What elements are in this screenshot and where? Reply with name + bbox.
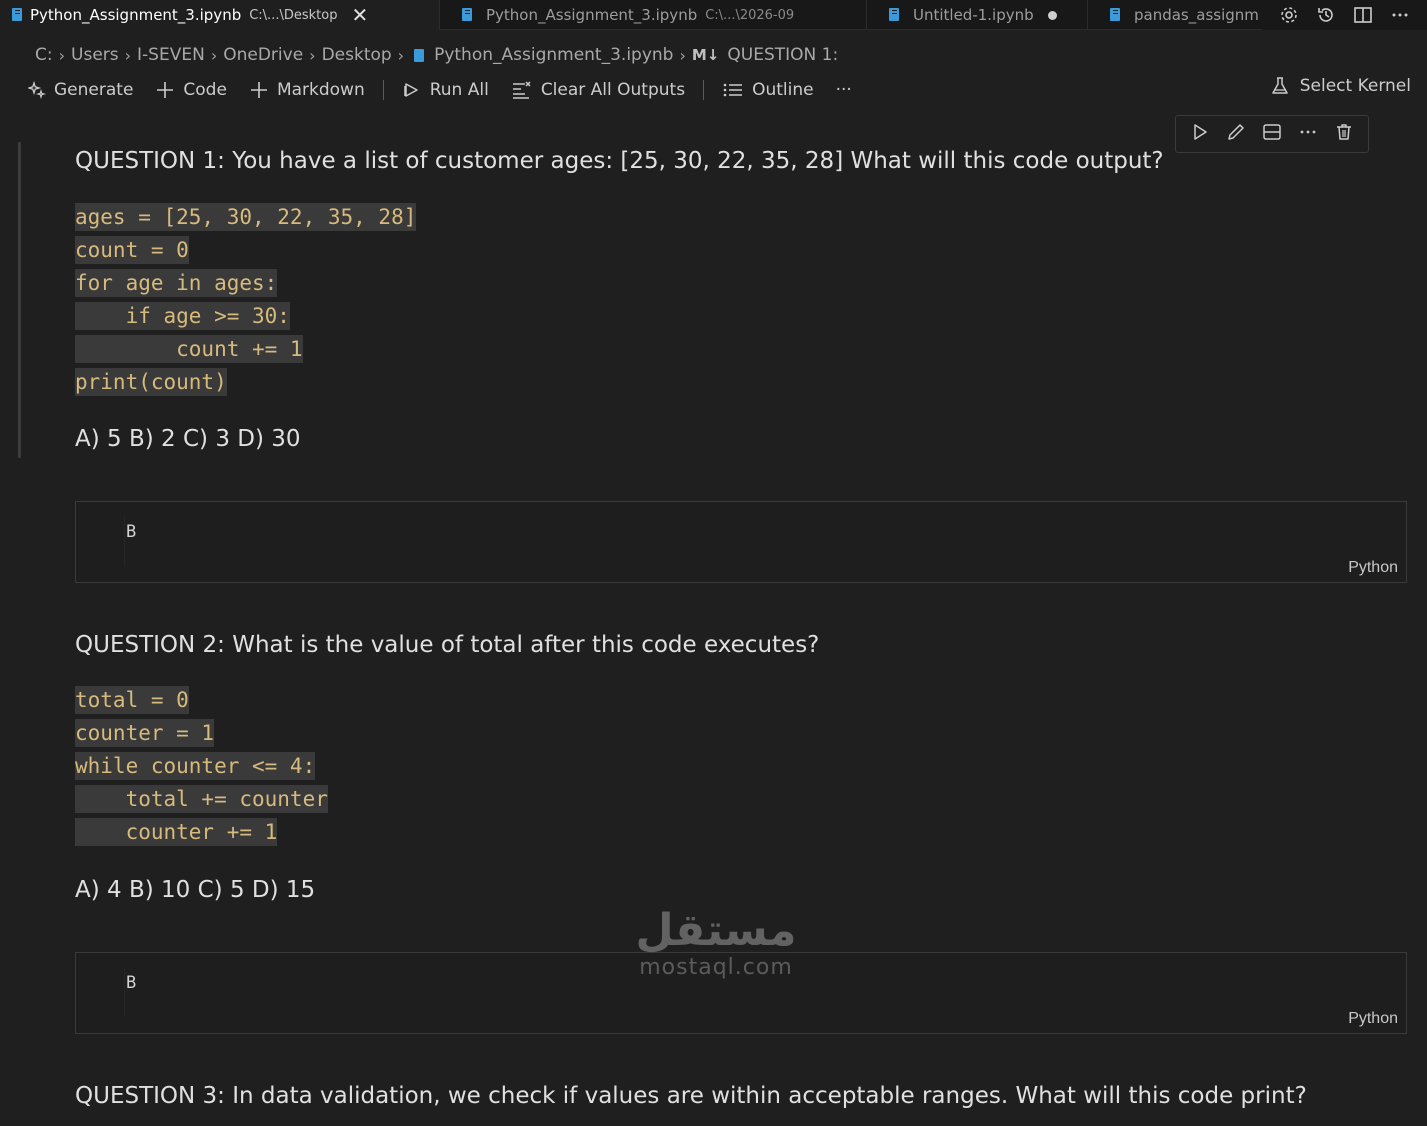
- answer-code-cell-1[interactable]: B Python: [75, 501, 1407, 583]
- tab-title: Untitled-1.ipynb: [913, 6, 1034, 24]
- list-icon: [723, 83, 743, 97]
- generate-label: Generate: [54, 80, 134, 100]
- clear-all-icon: [512, 81, 531, 99]
- split-cell-icon[interactable]: [1262, 122, 1282, 146]
- breadcrumb-item-desktop[interactable]: Desktop: [322, 45, 392, 65]
- kernel-flask-icon: [1271, 77, 1288, 94]
- code-line: counter += 1: [75, 818, 278, 846]
- tab-python-assignment-3-desktop[interactable]: Python_Assignment_3.ipynb C:\...\Desktop…: [0, 0, 440, 30]
- breadcrumb: C: › Users › I-SEVEN › OneDrive › Deskto…: [35, 43, 838, 67]
- code-line: count += 1: [75, 335, 303, 363]
- notebook-file-icon: [1110, 8, 1120, 21]
- question-2-choices: A) 4 B) 10 C) 5 D) 15: [75, 877, 316, 903]
- plus-icon: [157, 82, 174, 98]
- generate-button[interactable]: Generate: [28, 80, 133, 100]
- outline-label: Outline: [752, 80, 814, 100]
- code-line: total += counter: [75, 785, 328, 813]
- more-cell-actions-icon[interactable]: [1298, 122, 1318, 146]
- toolbar-divider: [382, 80, 384, 100]
- chevron-right-icon: ›: [210, 45, 218, 65]
- notebook-file-icon: [414, 48, 425, 62]
- toolbar-divider: [703, 80, 705, 100]
- breadcrumb-item-user[interactable]: I-SEVEN: [137, 45, 205, 65]
- close-icon[interactable]: ✕: [351, 5, 368, 25]
- unsaved-dot-icon[interactable]: [1047, 10, 1057, 20]
- question-2-code-block: total = 0 counter = 1 while counter <= 4…: [75, 686, 328, 851]
- breadcrumb-item-section[interactable]: QUESTION 1:: [727, 45, 838, 65]
- question-1-heading: QUESTION 1: You have a list of customer …: [75, 148, 1164, 174]
- run-cell-icon[interactable]: [1190, 122, 1210, 146]
- chevron-right-icon: ›: [397, 45, 405, 65]
- tab-title: pandas_assignm: [1134, 6, 1259, 24]
- cell-focus-indicator: [18, 142, 21, 458]
- breadcrumb-item-onedrive[interactable]: OneDrive: [223, 45, 303, 65]
- more-toolbar-actions-button[interactable]: ···: [836, 80, 852, 100]
- select-kernel-label: Select Kernel: [1299, 76, 1411, 96]
- tab-pandas-assignment[interactable]: pandas_assignm: [1088, 0, 1268, 30]
- run-all-label: Run All: [429, 80, 489, 100]
- cell-language-label[interactable]: Python: [1348, 1010, 1398, 1028]
- delete-cell-icon[interactable]: [1334, 122, 1354, 146]
- chevron-right-icon: ›: [58, 45, 66, 65]
- edit-pencil-icon[interactable]: [1226, 122, 1246, 146]
- notebook-toolbar: Generate Code Markdown Run All Clear All…: [28, 76, 1427, 104]
- breadcrumb-item-drive[interactable]: C:: [35, 45, 53, 65]
- cell-gutter: [124, 516, 125, 566]
- tab-description: C:\...\2026-09: [705, 7, 795, 23]
- code-line: counter = 1: [75, 719, 215, 747]
- notebook-file-icon: [889, 8, 899, 21]
- tab-description: C:\...\Desktop: [249, 7, 338, 23]
- run-all-button[interactable]: Run All: [402, 80, 489, 100]
- code-line: if age >= 30:: [75, 302, 290, 330]
- split-editor-icon[interactable]: [1353, 5, 1373, 25]
- cell-language-label[interactable]: Python: [1348, 559, 1398, 577]
- cell-code-text[interactable]: B: [126, 522, 136, 542]
- editor-tab-bar: Python_Assignment_3.ipynb C:\...\Desktop…: [0, 0, 1427, 30]
- clear-all-outputs-label: Clear All Outputs: [540, 80, 686, 100]
- code-line: print(count): [75, 368, 227, 396]
- more-icon: ···: [835, 80, 852, 100]
- code-line: ages = [25, 30, 22, 35, 28]: [75, 203, 417, 231]
- question-1-code-block: ages = [25, 30, 22, 35, 28] count = 0 fo…: [75, 203, 417, 401]
- breadcrumb-item-file[interactable]: Python_Assignment_3.ipynb: [434, 45, 673, 65]
- chevron-right-icon: ›: [309, 45, 316, 65]
- run-all-icon: [403, 83, 418, 97]
- add-code-cell-button[interactable]: Code: [155, 80, 227, 100]
- sparkle-icon: [28, 81, 46, 99]
- notebook-file-icon: [12, 8, 22, 21]
- more-actions-icon[interactable]: [1390, 5, 1410, 25]
- code-line: total = 0: [75, 686, 189, 714]
- cell-gutter: [124, 967, 125, 1017]
- history-icon[interactable]: [1316, 5, 1336, 25]
- code-line: for age in ages:: [75, 269, 278, 297]
- breadcrumb-item-users[interactable]: Users: [71, 45, 119, 65]
- clear-all-outputs-button[interactable]: Clear All Outputs: [511, 80, 685, 100]
- cell-toolbar: [1175, 115, 1369, 153]
- chevron-right-icon: ›: [679, 45, 686, 65]
- tab-title: Python_Assignment_3.ipynb: [30, 6, 242, 24]
- code-label: Code: [183, 80, 227, 100]
- outline-button[interactable]: Outline: [722, 80, 814, 100]
- notebook-file-icon: [462, 8, 472, 21]
- code-line: while counter <= 4:: [75, 752, 316, 780]
- markdown-icon: M↓: [691, 46, 720, 64]
- question-3-heading: QUESTION 3: In data validation, we check…: [75, 1083, 1307, 1109]
- tab-title: Python_Assignment_3.ipynb: [486, 6, 698, 24]
- question-2-heading: QUESTION 2: What is the value of total a…: [75, 632, 820, 658]
- question-1-choices: A) 5 B) 2 C) 3 D) 30: [75, 426, 301, 452]
- tab-untitled-1[interactable]: Untitled-1.ipynb: [867, 0, 1088, 30]
- markdown-label: Markdown: [276, 80, 365, 100]
- editor-actions: [1262, 0, 1427, 30]
- chevron-right-icon: ›: [124, 45, 132, 65]
- code-line: count = 0: [75, 236, 189, 264]
- plus-icon: [250, 82, 267, 98]
- add-markdown-cell-button[interactable]: Markdown: [249, 80, 365, 100]
- notebook-editor: QUESTION 1: You have a list of customer …: [12, 112, 1415, 1126]
- cell-code-text[interactable]: B: [126, 973, 136, 993]
- gear-icon[interactable]: [1279, 5, 1299, 25]
- tab-python-assignment-3-2026[interactable]: Python_Assignment_3.ipynb C:\...\2026-09: [440, 0, 867, 30]
- answer-code-cell-2[interactable]: B Python: [75, 952, 1407, 1034]
- select-kernel-button[interactable]: Select Kernel: [1270, 76, 1411, 96]
